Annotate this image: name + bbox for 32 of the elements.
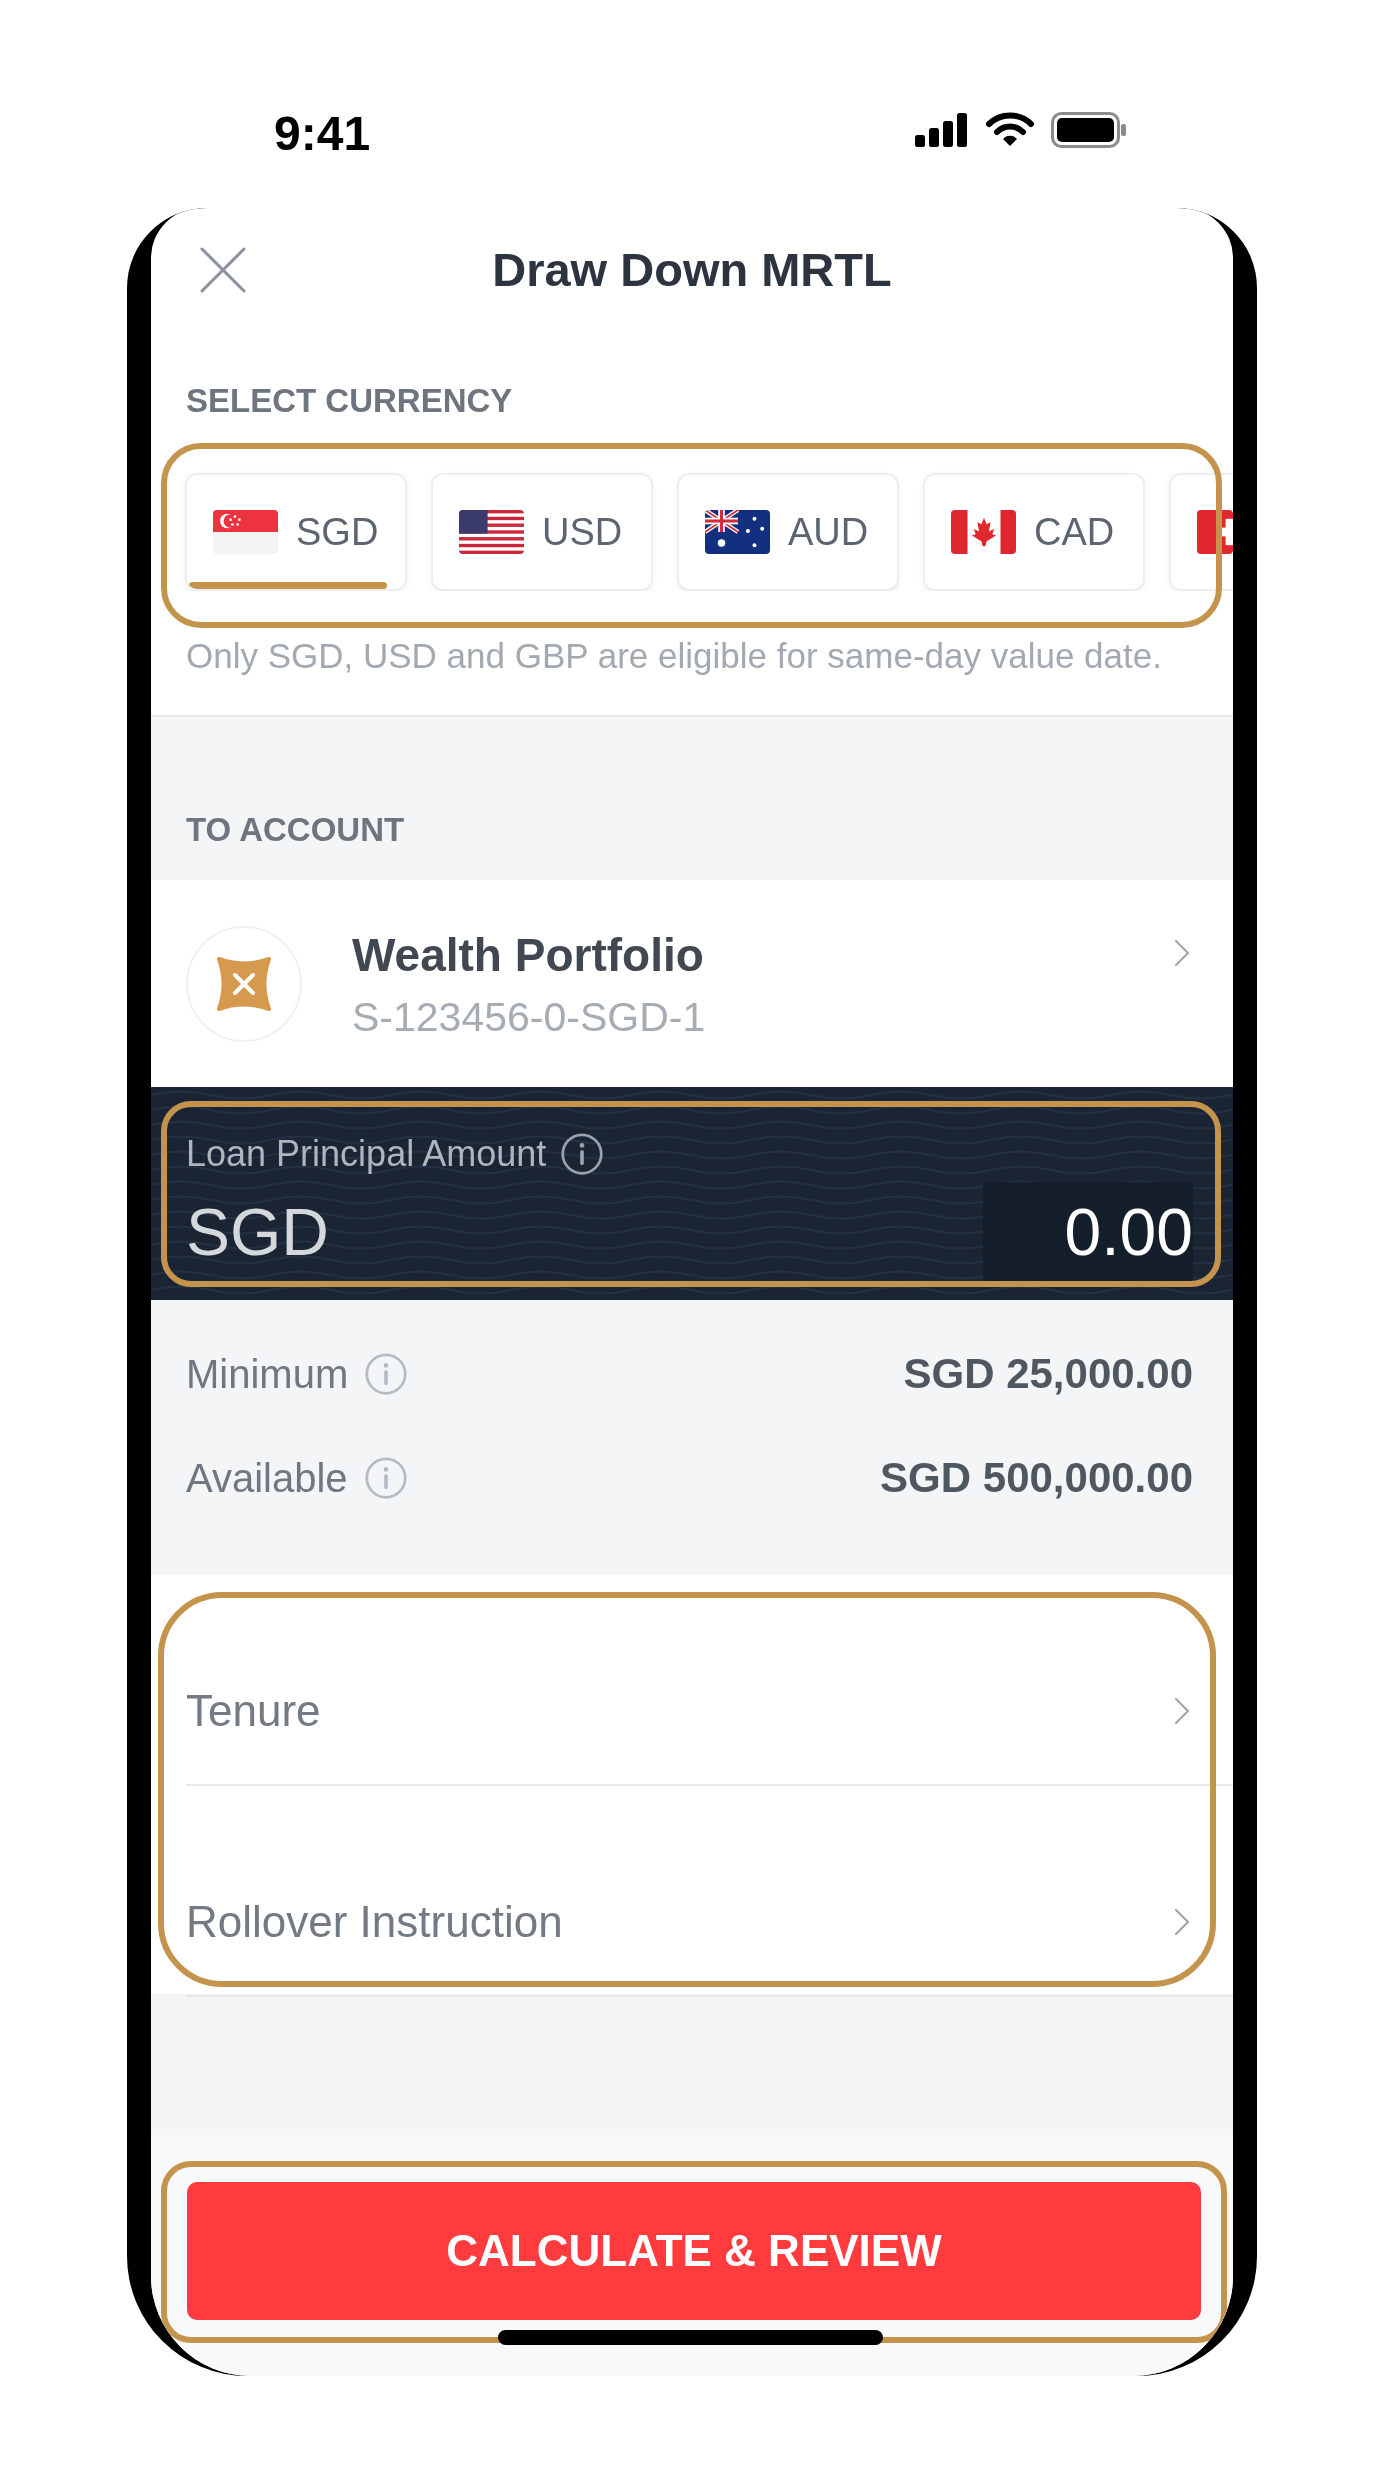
status-time: 9:41: [274, 106, 371, 162]
currency-tab[interactable]: AUD: [677, 473, 899, 591]
currency-code: SGD: [186, 1196, 330, 1268]
limit-value: SGD 25,000.00: [903, 1350, 1193, 1398]
section-label: TO ACCOUNT: [186, 811, 405, 848]
screen-title: Draw Down MRTL: [492, 241, 892, 298]
chevron-right-icon: [1173, 1696, 1191, 1726]
singapore-flag-icon: [213, 510, 278, 554]
australia-flag-icon: [705, 510, 770, 554]
account-number: S-123456-0-SGD-1: [352, 993, 707, 1040]
info-icon[interactable]: [560, 1132, 605, 1176]
currency-tab[interactable]: SGD: [185, 473, 407, 591]
signal-icon: [915, 113, 969, 147]
currency-note: Only SGD, USD and GBP are eligible for same-day value date.: [186, 636, 1162, 675]
limit-label: Minimum: [186, 1351, 349, 1398]
limit-label: Available: [186, 1455, 348, 1502]
battery-icon: [1051, 112, 1127, 148]
option-row[interactable]: Tenure: [186, 1575, 1233, 1786]
calculate-review-button[interactable]: CALCULATE & REVIEW: [187, 2182, 1201, 2320]
canada-flag-icon: [951, 510, 1016, 554]
wifi-icon: [985, 112, 1035, 148]
amount-input[interactable]: 0.00: [983, 1182, 1193, 1282]
usa-flag-icon: [459, 510, 524, 554]
chevron-right-icon: [1173, 938, 1191, 968]
account-logo-icon: [186, 925, 302, 1042]
limit-value: SGD 500,000.00: [880, 1454, 1193, 1502]
currency-tab[interactable]: [1169, 473, 1233, 591]
currency-tab[interactable]: USD: [431, 473, 653, 591]
account-name: Wealth Portfolio: [352, 927, 705, 982]
chevron-right-icon: [1173, 1907, 1191, 1937]
currency-tab[interactable]: CAD: [923, 473, 1145, 591]
section-label: SELECT CURRENCY: [186, 382, 513, 419]
